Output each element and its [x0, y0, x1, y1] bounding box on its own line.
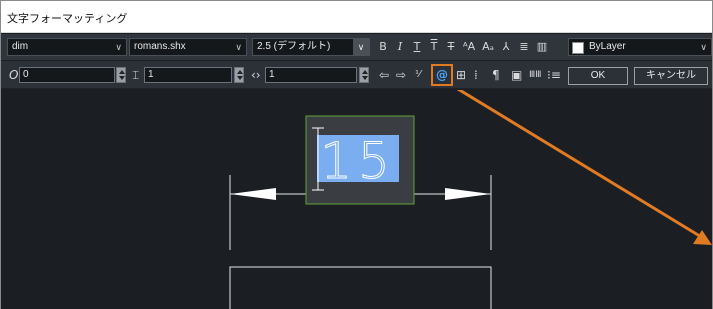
- chevron-down-icon: ∨: [235, 42, 242, 52]
- uppercase-icon: ᴬA: [462, 40, 476, 53]
- bold-button[interactable]: B: [375, 38, 391, 56]
- underline-button[interactable]: T: [409, 38, 425, 56]
- symbol-button-highlight: [431, 64, 453, 86]
- overline-button[interactable]: T: [426, 38, 442, 56]
- text-height-select[interactable]: 2.5 (デフォルト) ∨: [252, 38, 370, 56]
- list-icon: ≣: [519, 40, 529, 53]
- text-height-value: 2.5 (デフォルト): [257, 41, 331, 52]
- oblique-angle-value: 0: [23, 69, 29, 80]
- oblique-angle-icon: O: [9, 68, 19, 82]
- bold-icon: B: [379, 40, 387, 53]
- columns-icon: ▥: [536, 40, 548, 53]
- stack-fraction-icon[interactable]: ⅟: [415, 67, 421, 83]
- toolbar-row-2: O 0 ⌶ 1 ‹› 1 ⇦ ⇨ ⅟ @ ⊞ ⁞ ¶ ▣ ⅢⅢ ⁝≡ OK キャ…: [1, 61, 712, 89]
- lowercase-icon: Aₐ: [482, 40, 494, 53]
- width-factor-field[interactable]: 1: [265, 67, 357, 83]
- tracking-spinner[interactable]: [234, 67, 244, 83]
- background-mask-icon[interactable]: ▣: [511, 67, 522, 83]
- width-factor-value: 1: [269, 69, 275, 80]
- stack-icon: ⅄: [502, 40, 510, 53]
- width-factor-spinner[interactable]: [359, 67, 369, 83]
- italic-icon: I: [397, 40, 403, 53]
- toolbar-row-1: dim ∨ romans.shx ∨ 2.5 (デフォルト) ∨ B I T T…: [1, 34, 712, 60]
- lower-rectangle: [229, 266, 492, 309]
- redo-icon[interactable]: ⇨: [396, 67, 406, 83]
- overline-icon: T: [430, 40, 438, 53]
- width-factor-icon: ‹›: [251, 68, 261, 82]
- columns-button[interactable]: ▥: [534, 38, 550, 56]
- paragraph-align-icon[interactable]: ⁞: [474, 67, 478, 83]
- font-select[interactable]: romans.shx ∨: [129, 38, 247, 56]
- chevron-down-icon: ∨: [353, 39, 369, 55]
- chevron-down-icon: ∨: [700, 42, 707, 52]
- window-title: 文字フォーマッティング: [7, 12, 128, 25]
- ok-button[interactable]: OK: [568, 67, 628, 85]
- insert-field-icon[interactable]: ⊞: [456, 67, 466, 83]
- tracking-icon: ⌶: [132, 68, 140, 82]
- underline-icon: T: [413, 40, 421, 53]
- italic-button[interactable]: I: [392, 38, 408, 56]
- text-color-select[interactable]: ByLayer ∨: [568, 38, 712, 56]
- numbering-icon[interactable]: ⁝≡: [547, 67, 561, 83]
- dimension-drawing: 15: [229, 90, 712, 309]
- strikethrough-icon: T: [447, 40, 455, 53]
- dimension-text[interactable]: 15: [320, 132, 396, 191]
- tracking-field[interactable]: 1: [144, 67, 232, 83]
- chevron-down-icon: ∨: [115, 42, 122, 52]
- font-value: romans.shx: [134, 41, 186, 52]
- arrowhead-right: [445, 188, 491, 200]
- arrowhead-left: [230, 188, 276, 200]
- tracking-value: 1: [148, 69, 154, 80]
- text-style-value: dim: [12, 41, 29, 52]
- title-bar: 文字フォーマッティング: [1, 1, 712, 33]
- strikethrough-button[interactable]: T: [443, 38, 459, 56]
- oblique-angle-field[interactable]: 0: [19, 67, 115, 83]
- text-style-select[interactable]: dim ∨: [7, 38, 127, 56]
- lowercase-button[interactable]: Aₐ: [480, 38, 496, 56]
- uppercase-button[interactable]: ᴬA: [461, 38, 477, 56]
- undo-icon[interactable]: ⇦: [379, 67, 389, 83]
- line-spacing-icon[interactable]: ⅢⅢ: [529, 67, 541, 83]
- cancel-button[interactable]: キャンセル: [634, 67, 708, 85]
- text-formatting-window: 文字フォーマッティング dim ∨ romans.shx ∨ 2.5 (デフォル…: [0, 0, 713, 309]
- color-swatch: [572, 42, 584, 54]
- list-button[interactable]: ≣: [516, 38, 532, 56]
- paragraph-icon[interactable]: ¶: [492, 67, 500, 83]
- drawing-canvas[interactable]: 15: [1, 90, 712, 309]
- oblique-angle-spinner[interactable]: [116, 67, 126, 83]
- stack-button[interactable]: ⅄: [498, 38, 514, 56]
